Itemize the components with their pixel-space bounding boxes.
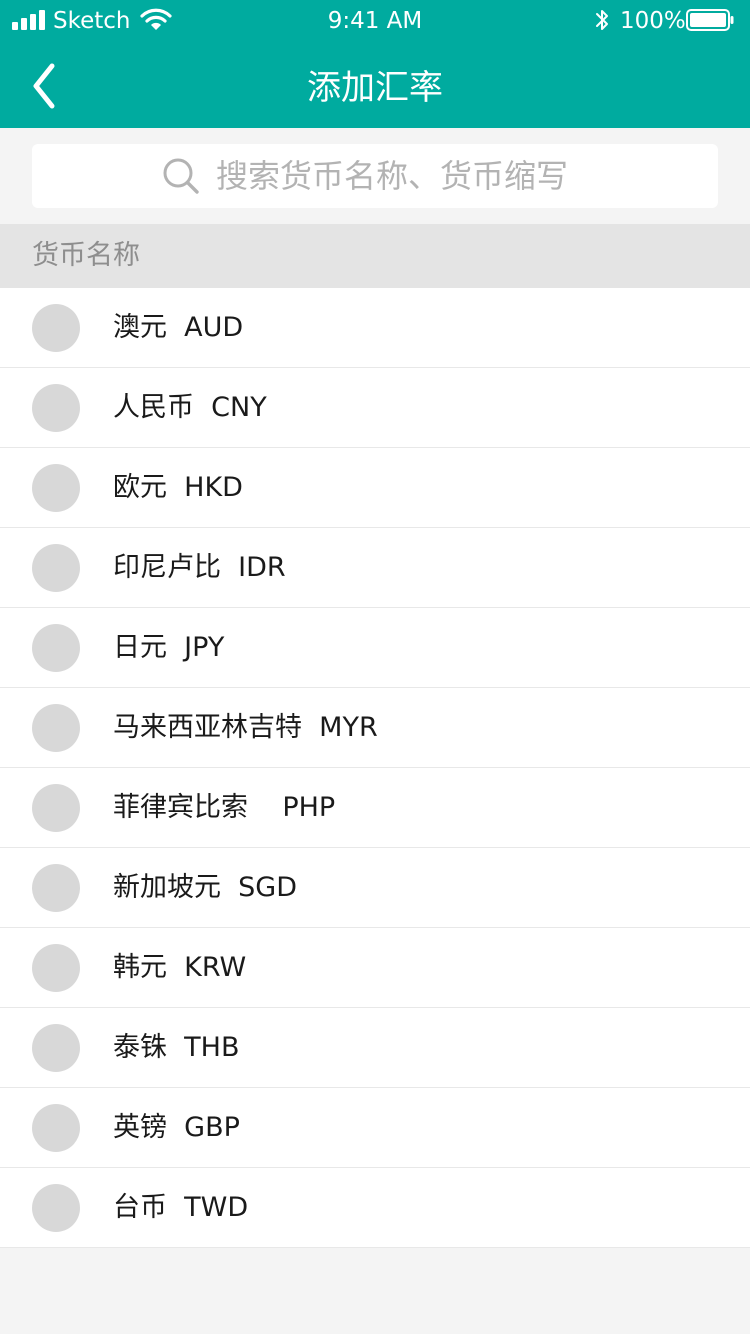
currency-flag-placeholder	[32, 544, 80, 592]
currency-label: 欧元 HKD	[113, 472, 243, 503]
currency-row-krw[interactable]: 韩元 KRW	[0, 928, 750, 1008]
currency-row-sgd[interactable]: 新加坡元 SGD	[0, 848, 750, 928]
currency-label: 台币 TWD	[113, 1192, 249, 1223]
currency-flag-placeholder	[32, 384, 80, 432]
currency-label: 新加坡元 SGD	[113, 872, 298, 903]
currency-row-aud[interactable]: 澳元 AUD	[0, 288, 750, 368]
battery-icon	[686, 9, 734, 31]
currency-flag-placeholder	[32, 944, 80, 992]
currency-flag-placeholder	[32, 704, 80, 752]
currency-flag-placeholder	[32, 864, 80, 912]
search-icon	[163, 158, 199, 194]
currency-flag-placeholder	[32, 1024, 80, 1072]
section-title: 货币名称	[32, 240, 140, 271]
status-bar: Sketch 9:41 AM 100%	[0, 0, 750, 40]
currency-row-twd[interactable]: 台币 TWD	[0, 1168, 750, 1248]
currency-label: 菲律宾比索 PHP	[113, 792, 336, 823]
currency-row-cny[interactable]: 人民币 CNY	[0, 368, 750, 448]
currency-row-thb[interactable]: 泰铢 THB	[0, 1008, 750, 1088]
currency-label: 英镑 GBP	[113, 1112, 240, 1143]
currency-row-idr[interactable]: 印尼卢比 IDR	[0, 528, 750, 608]
currency-label: 日元 JPY	[113, 632, 225, 663]
currency-flag-placeholder	[32, 1104, 80, 1152]
currency-label: 泰铢 THB	[113, 1032, 240, 1063]
currency-flag-placeholder	[32, 784, 80, 832]
currency-flag-placeholder	[32, 624, 80, 672]
search-area	[0, 128, 750, 224]
bluetooth-icon	[596, 10, 608, 30]
currency-label: 印尼卢比 IDR	[113, 552, 286, 583]
currency-row-hkd[interactable]: 欧元 HKD	[0, 448, 750, 528]
currency-flag-placeholder	[32, 304, 80, 352]
currency-flag-placeholder	[32, 1184, 80, 1232]
currency-list: 澳元 AUD 人民币 CNY 欧元 HKD 印尼卢比 IDR 日元 JPY 马来…	[0, 288, 750, 1248]
search-box[interactable]	[32, 144, 718, 208]
app-header: Sketch 9:41 AM 100% 添加汇率	[0, 0, 750, 128]
battery-percentage: 100%	[620, 8, 686, 34]
currency-label: 澳元 AUD	[113, 312, 244, 343]
page-title: 添加汇率	[307, 68, 443, 108]
currency-row-jpy[interactable]: 日元 JPY	[0, 608, 750, 688]
section-header: 货币名称	[0, 224, 750, 288]
currency-flag-placeholder	[32, 464, 80, 512]
currency-row-myr[interactable]: 马来西亚林吉特 MYR	[0, 688, 750, 768]
back-button[interactable]	[26, 60, 66, 112]
search-input[interactable]	[216, 144, 696, 208]
currency-label: 韩元 KRW	[113, 952, 247, 983]
currency-label: 马来西亚林吉特 MYR	[113, 712, 378, 743]
currency-row-php[interactable]: 菲律宾比索 PHP	[0, 768, 750, 848]
currency-label: 人民币 CNY	[113, 392, 267, 423]
currency-row-gbp[interactable]: 英镑 GBP	[0, 1088, 750, 1168]
